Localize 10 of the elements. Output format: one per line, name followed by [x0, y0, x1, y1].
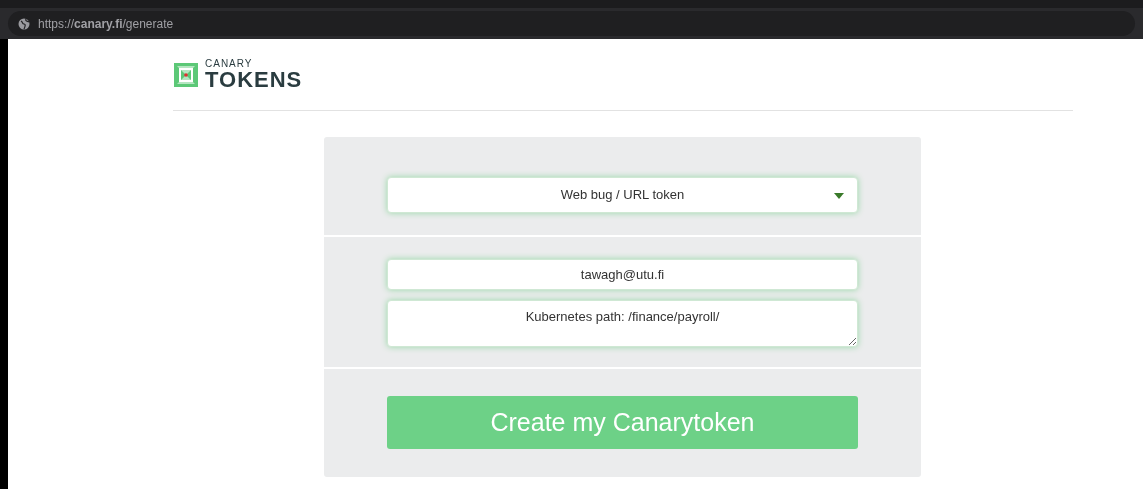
- logo-text: CANARY: [205, 58, 254, 69]
- token-type-select[interactable]: Web bug / URL token: [387, 177, 858, 213]
- logo-icon: [173, 61, 199, 88]
- memo-field[interactable]: Kubernetes path: /finance/payroll/: [387, 300, 858, 347]
- url-text[interactable]: https://canary.fi/generate: [38, 14, 174, 33]
- caret-icon: [834, 193, 844, 199]
- email-field[interactable]: tawagh@utu.fi: [387, 259, 858, 290]
- globe-icon: [18, 17, 30, 30]
- logo-text: TOKENS: [205, 68, 303, 91]
- address-bar[interactable]: https://canary.fi/generate: [8, 11, 1135, 36]
